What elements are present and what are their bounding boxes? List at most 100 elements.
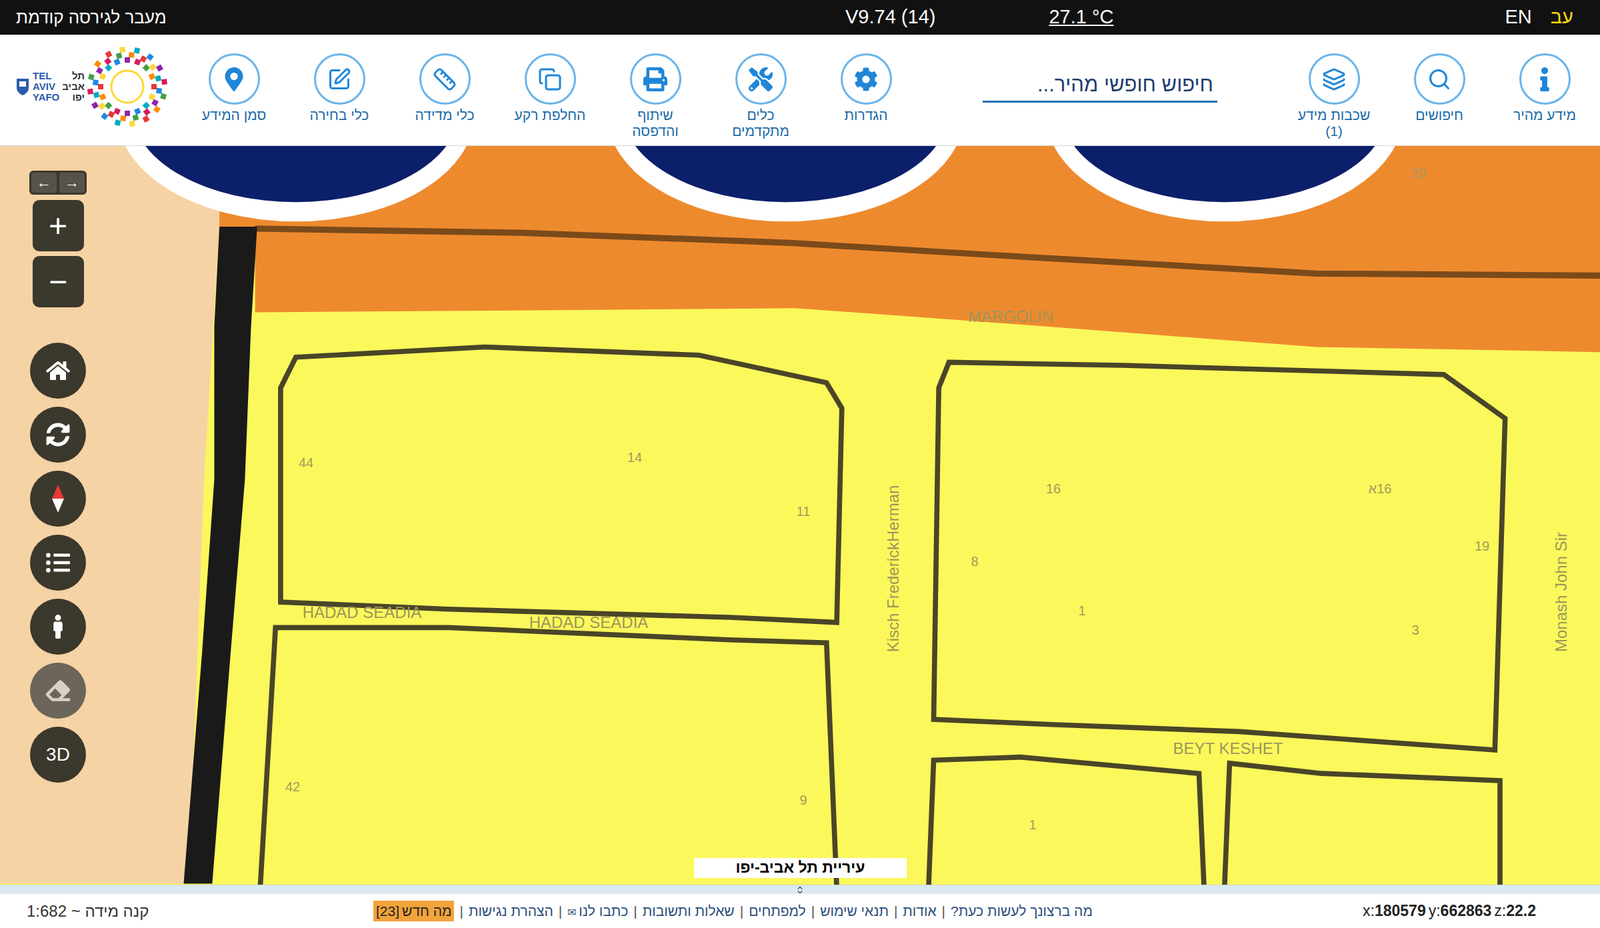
parcel-number: 14 xyxy=(627,447,642,468)
crest-icon xyxy=(15,77,30,96)
parcel-number: 1 xyxy=(1028,814,1036,835)
parcel-number: 11 xyxy=(796,501,811,522)
footer-link[interactable]: כתבו לנו✉ xyxy=(567,900,628,922)
language-option[interactable]: EN xyxy=(1504,2,1532,32)
toolbar-button[interactable]: סמן המידע xyxy=(181,34,287,146)
parcel-number: 16 xyxy=(1046,478,1061,499)
parcel-number: 44 xyxy=(298,452,314,473)
footer-link[interactable]: מה חדש[23] xyxy=(373,900,454,922)
parcel-number: 19 xyxy=(1474,536,1490,556)
street-label: MARGOLIN xyxy=(968,304,1054,329)
link-separator: | xyxy=(811,900,815,922)
legend-button[interactable] xyxy=(30,534,86,591)
map[interactable]: MARGOLIN HADAD SEADIA HADAD SEADIA Kisch Fr… xyxy=(0,146,1600,885)
toolbar-button[interactable]: שכבות מידע(1) xyxy=(1281,34,1387,146)
app: מעבר לגירסה קודמתV9.74 (14)27.1 °CENעבTE… xyxy=(0,0,1600,928)
previous-version-link[interactable]: מעבר לגירסה קודמת xyxy=(16,7,167,28)
language-option[interactable]: עב xyxy=(1550,2,1574,32)
footer-link[interactable]: שאלות ותשובות xyxy=(642,900,735,922)
eraser-icon xyxy=(46,678,70,703)
toolbar-button[interactable]: הגדרות xyxy=(813,34,919,146)
logo-text-en: TEL xyxy=(32,70,60,82)
map-attribution: עיריית תל אביב-יפו xyxy=(694,858,907,878)
toolbar-button[interactable]: חיפושים xyxy=(1386,34,1492,146)
zoom-out-button[interactable]: − xyxy=(32,256,84,308)
coordinate: x:180579 xyxy=(1362,899,1426,923)
logo-text-en: AVIV xyxy=(32,81,60,92)
toolbar-button[interactable]: החלפת רקע xyxy=(497,34,603,146)
link-separator: | xyxy=(459,900,463,922)
street-label: BEYT KESHET xyxy=(1173,736,1284,761)
tool-icon xyxy=(1519,53,1571,105)
toolbar-label: הגדרות xyxy=(826,107,906,124)
compass-icon xyxy=(48,483,68,514)
toolbar-label: כלי מדידה xyxy=(405,107,484,124)
toolbar-button[interactable]: כלי בחירה xyxy=(286,34,392,146)
tool-icon xyxy=(1414,53,1466,105)
roundabout xyxy=(117,146,475,222)
toolbar-button[interactable]: כלים מתקדמים xyxy=(708,34,814,146)
compass-button[interactable] xyxy=(30,470,86,527)
refresh-icon xyxy=(46,422,70,447)
city-logo[interactable]: TELAVIVYAFOתלאביביפו xyxy=(15,46,174,127)
map-scale: קנה מידה ~ 1:682 xyxy=(0,899,374,924)
tool-icon xyxy=(419,53,471,105)
tool-icon xyxy=(208,53,260,105)
envelope-glyph: ✉ xyxy=(567,906,576,918)
logo-text-he: תל xyxy=(62,70,85,82)
footer-link[interactable]: למפתחים xyxy=(748,900,806,922)
roundabout xyxy=(607,146,965,222)
tool-icon xyxy=(630,53,682,105)
version: V9.74 (14) xyxy=(845,2,936,32)
news-count: [23] xyxy=(376,903,400,919)
top-bar: מעבר לגירסה קודמת V9.74 (14) 27.1 °C EN עב xyxy=(0,0,1600,35)
toolbar-label: כלים מתקדמים xyxy=(721,107,800,140)
link-separator: | xyxy=(942,900,946,922)
home-button[interactable] xyxy=(30,342,86,399)
home-icon xyxy=(46,358,70,383)
temperature[interactable]: 27.1 °C xyxy=(1048,2,1114,32)
person-icon xyxy=(46,614,70,639)
parcel-number: 8 xyxy=(970,551,978,572)
toolbar-label: חיפושים xyxy=(1400,107,1479,124)
resize-icon xyxy=(795,885,805,895)
coordinate: z:22.2 xyxy=(1494,899,1536,923)
street-label: HADAD SEADIA xyxy=(529,610,649,635)
toolbar-label: סמן המידע xyxy=(194,107,274,124)
eraser-button[interactable] xyxy=(30,662,86,719)
toolbar-button[interactable]: מידע מהיר xyxy=(1492,34,1598,146)
footer-link[interactable]: אודות xyxy=(902,900,936,922)
parcel-number: 1 xyxy=(1078,600,1086,621)
footer-link[interactable]: תנאי שימוש xyxy=(820,900,889,922)
tool-icon xyxy=(1308,53,1360,105)
toolbar-label: מידע מהיר xyxy=(1505,107,1584,124)
toolbar-button[interactable]: שיתוף והדפסה xyxy=(602,34,708,146)
search-input[interactable] xyxy=(982,68,1218,103)
history-arrows: ←→ xyxy=(29,170,87,195)
street-label: Kisch FrederickHerman xyxy=(881,485,906,653)
footer-link[interactable]: מה ברצונך לעשות כעת? xyxy=(950,900,1093,922)
logo-text-en: YAFO xyxy=(32,92,60,103)
toolbar-button[interactable]: כלי מדידה xyxy=(392,34,498,146)
map-controls: ←→ +− 3D xyxy=(28,170,88,783)
link-separator: | xyxy=(633,900,637,922)
toolbar: TELAVIVYAFOתלאביביפו מידע מהיר חיפושים שכבו… xyxy=(0,34,1600,146)
3d-button[interactable]: 3D xyxy=(30,726,86,783)
roundabout xyxy=(1046,146,1404,222)
street-view-button[interactable] xyxy=(30,598,86,655)
refresh-button[interactable] xyxy=(30,406,86,463)
coordinate: y:662863 xyxy=(1428,899,1492,923)
history-arrow-button[interactable]: → xyxy=(59,172,85,193)
link-separator: | xyxy=(558,900,562,922)
panel-resize-handle[interactable] xyxy=(0,884,1600,894)
zoom-in-button[interactable]: + xyxy=(32,200,84,252)
parcel-number: 16א xyxy=(1368,478,1392,499)
sunburst-icon xyxy=(87,46,168,127)
bottom-bar: קנה מידה ~ 1:682מה ברצונך לעשות כעת?|אוד… xyxy=(0,884,1600,928)
footer-link[interactable]: הצהרת נגישות xyxy=(468,900,554,922)
street-label: HADAD SEADIA xyxy=(302,600,422,625)
parcel-number: 42 xyxy=(285,776,300,797)
tool-icon xyxy=(314,53,366,105)
footer-links: מה ברצונך לעשות כעת?|אודות|תנאי שימוש|למ… xyxy=(373,900,1093,922)
history-arrow-button[interactable]: ← xyxy=(31,172,57,193)
